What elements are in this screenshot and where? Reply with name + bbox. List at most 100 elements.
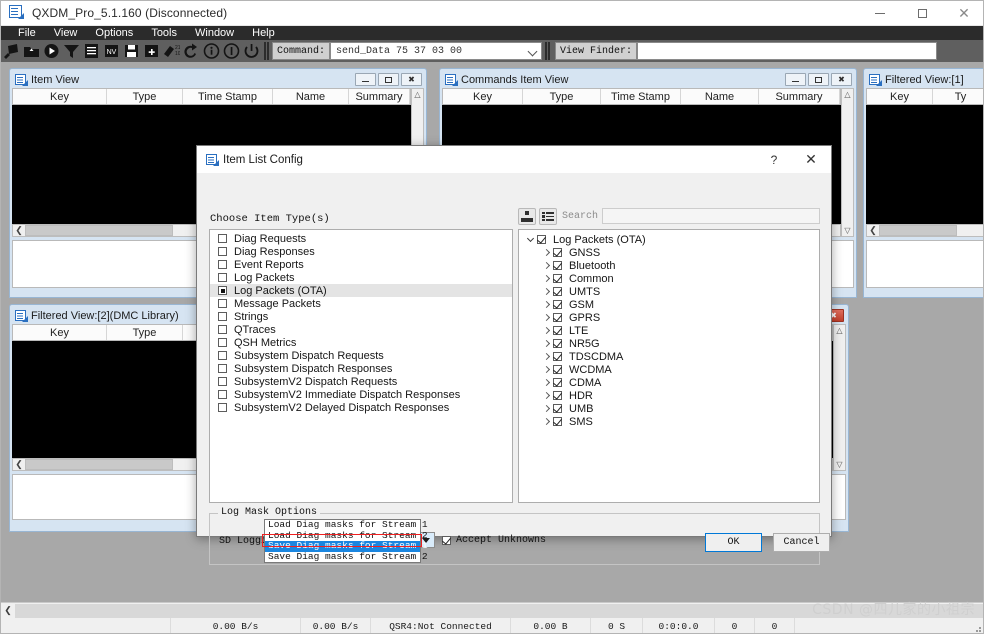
sd-logging-dropdown-popup[interactable]: Load Diag masks for Stream 1 Load Diag m… xyxy=(264,519,428,563)
menu-item-options[interactable]: Options xyxy=(86,26,142,40)
item-view-close-button[interactable]: ✖ xyxy=(401,73,422,86)
item-type-row-log-packets-ota[interactable]: Log Packets (OTA) xyxy=(210,284,512,297)
item-type-row-subsystemv2-immediate-dispatch-responses[interactable]: SubsystemV2 Immediate Dispatch Responses xyxy=(210,388,512,401)
item-type-row-diag-responses[interactable]: Diag Responses xyxy=(210,245,512,258)
column-header-type[interactable]: Type xyxy=(523,89,601,104)
minimize-button[interactable] xyxy=(859,1,901,26)
checkbox-checked-icon[interactable] xyxy=(553,313,562,322)
power-icon[interactable] xyxy=(241,41,261,61)
chevron-right-icon[interactable] xyxy=(541,378,551,387)
ok-button[interactable]: OK xyxy=(705,533,762,552)
checkbox-checked-icon[interactable] xyxy=(553,391,562,400)
checkbox-icon[interactable] xyxy=(218,390,227,399)
maximize-button[interactable] xyxy=(901,1,943,26)
item-type-listbox[interactable]: Diag Requests Diag Responses Event Repor… xyxy=(209,229,513,503)
filtered-view-1-window[interactable]: Filtered View:[1] Key Ty ❮ xyxy=(863,68,983,298)
checkbox-icon[interactable] xyxy=(218,377,227,386)
checkbox-checked-icon[interactable] xyxy=(553,261,562,270)
checkbox-icon[interactable] xyxy=(218,234,227,243)
checkbox-checked-icon[interactable] xyxy=(553,417,562,426)
search-input[interactable] xyxy=(602,208,820,224)
scroll-up-icon[interactable]: △ xyxy=(414,89,420,100)
tree-node-cdma[interactable]: CDMA xyxy=(519,376,819,389)
column-header-type[interactable]: Type xyxy=(107,89,183,104)
checkbox-checked-icon[interactable] xyxy=(553,326,562,335)
item-type-row-subsystem-dispatch-requests[interactable]: Subsystem Dispatch Requests xyxy=(210,349,512,362)
item-type-row-subsystemv2-delayed-dispatch-responses[interactable]: SubsystemV2 Delayed Dispatch Responses xyxy=(210,401,512,414)
checkbox-checked-icon[interactable] xyxy=(537,235,546,244)
item-view-minimize-button[interactable] xyxy=(355,73,376,86)
item-type-row-log-packets[interactable]: Log Packets xyxy=(210,271,512,284)
item-type-row-subsystem-dispatch-responses[interactable]: Subsystem Dispatch Responses xyxy=(210,362,512,375)
item-type-row-event-reports[interactable]: Event Reports xyxy=(210,258,512,271)
checkbox-icon[interactable] xyxy=(218,364,227,373)
commands-vscrollbar[interactable]: △ ▽ xyxy=(841,88,854,237)
scroll-left-icon[interactable]: ❮ xyxy=(867,225,879,236)
column-header-summary[interactable]: Summary xyxy=(349,89,410,104)
checkbox-partial-icon[interactable] xyxy=(218,286,227,295)
dialog-close-button[interactable]: ✕ xyxy=(791,146,831,174)
tree-view-icon[interactable] xyxy=(518,207,536,225)
commands-close-button[interactable]: ✖ xyxy=(831,73,852,86)
checkbox-checked-icon[interactable] xyxy=(553,248,562,257)
column-header-name[interactable]: Name xyxy=(273,89,349,104)
menu-item-tools[interactable]: Tools xyxy=(142,26,186,40)
tree-node-sms[interactable]: SMS xyxy=(519,415,819,428)
filtered-view-1-detail-pane[interactable] xyxy=(866,240,983,288)
scroll-up-icon[interactable]: △ xyxy=(836,325,842,336)
column-header-name[interactable]: Name xyxy=(681,89,759,104)
open-folder-icon[interactable] xyxy=(21,41,41,61)
item-type-row-qsh-metrics[interactable]: QSH Metrics xyxy=(210,336,512,349)
tree-node-gsm[interactable]: GSM xyxy=(519,298,819,311)
column-header-summary[interactable]: Summary xyxy=(759,89,840,104)
about-icon[interactable] xyxy=(221,41,241,61)
chevron-right-icon[interactable] xyxy=(541,391,551,400)
commands-minimize-button[interactable] xyxy=(785,73,806,86)
filtered-view-2-vscrollbar[interactable]: △ ▽ xyxy=(833,324,846,471)
checkbox-checked-icon[interactable] xyxy=(553,404,562,413)
chevron-right-icon[interactable] xyxy=(541,365,551,374)
item-type-row-qtraces[interactable]: QTraces xyxy=(210,323,512,336)
tree-node-gnss[interactable]: GNSS xyxy=(519,246,819,259)
chevron-right-icon[interactable] xyxy=(541,313,551,322)
nv-browser-icon[interactable]: NV xyxy=(101,41,121,61)
checkbox-checked-icon[interactable] xyxy=(553,274,562,283)
chevron-right-icon[interactable] xyxy=(541,248,551,257)
view-finder-input[interactable] xyxy=(637,42,938,60)
info-icon[interactable] xyxy=(201,41,221,61)
scroll-down-icon[interactable]: ▽ xyxy=(836,459,842,470)
menu-item-file[interactable]: File xyxy=(9,26,45,40)
chevron-right-icon[interactable] xyxy=(541,417,551,426)
checkbox-icon[interactable] xyxy=(218,325,227,334)
tree-node-tdscdma[interactable]: TDSCDMA xyxy=(519,350,819,363)
scroll-left-icon[interactable]: ❮ xyxy=(1,605,15,616)
checkbox-icon[interactable] xyxy=(218,260,227,269)
column-header-key[interactable]: Key xyxy=(13,89,107,104)
hex-dec-convert-icon[interactable]: 2110 xyxy=(161,41,181,61)
scroll-down-icon[interactable]: ▽ xyxy=(844,225,850,236)
chevron-down-icon[interactable] xyxy=(525,234,535,243)
list-view-icon[interactable] xyxy=(539,207,557,225)
checkbox-checked-icon[interactable] xyxy=(442,536,451,545)
checkbox-icon[interactable] xyxy=(218,299,227,308)
column-header-type[interactable]: Type xyxy=(107,325,183,340)
command-input[interactable]: send_Data 75 37 03 00 xyxy=(330,42,543,60)
tree-node-umts[interactable]: UMTS xyxy=(519,285,819,298)
scroll-up-icon[interactable]: △ xyxy=(844,89,850,100)
dropdown-option-load-stream-1[interactable]: Load Diag masks for Stream 1 xyxy=(265,519,428,531)
log-packets-tree[interactable]: Log Packets (OTA) GNSS Bluetooth Common … xyxy=(518,229,820,503)
dropdown-option-save-stream-2[interactable]: Save Diag masks for Stream 2 xyxy=(265,551,428,563)
tree-node-wcdma[interactable]: WCDMA xyxy=(519,363,819,376)
item-list-config-dialog[interactable]: Item List Config ? ✕ Choose Item Type(s)… xyxy=(196,145,832,565)
column-header-timestamp[interactable]: Time Stamp xyxy=(183,89,273,104)
dropdown-option-save-stream-1[interactable]: Save Diag masks for Stream 1 xyxy=(265,540,428,552)
mdi-horizontal-scrollbar[interactable]: ❮ xyxy=(1,602,983,618)
filter-icon[interactable] xyxy=(61,41,81,61)
close-button[interactable]: ✕ xyxy=(943,1,983,26)
tree-node-umb[interactable]: UMB xyxy=(519,402,819,415)
scroll-left-icon[interactable]: ❮ xyxy=(13,225,25,236)
column-header-timestamp[interactable]: Time Stamp xyxy=(601,89,681,104)
checkbox-checked-icon[interactable] xyxy=(553,300,562,309)
tree-node-common[interactable]: Common xyxy=(519,272,819,285)
tree-node-gprs[interactable]: GPRS xyxy=(519,311,819,324)
